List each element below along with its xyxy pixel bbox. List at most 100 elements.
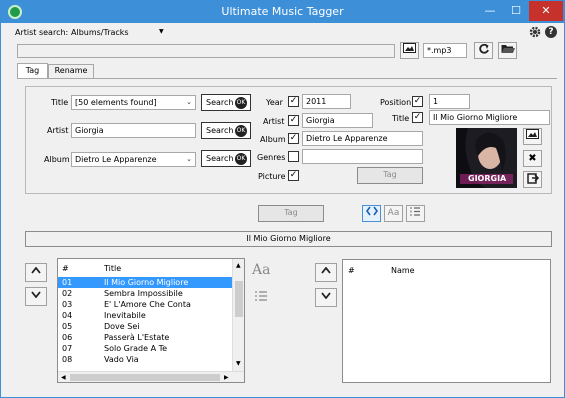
move-up-button[interactable]: [25, 263, 47, 282]
column-header-number: #: [62, 264, 69, 273]
case-change-icon[interactable]: Aa: [384, 205, 403, 222]
code-view-icon[interactable]: [362, 205, 381, 222]
folder-image-icon[interactable]: [400, 42, 419, 59]
artist-field[interactable]: Giorgia: [302, 113, 373, 128]
row-number: 05: [62, 322, 73, 331]
hscrollbar-thumb[interactable]: [70, 374, 220, 381]
title-field[interactable]: Il Mio Giorno Migliore: [429, 110, 550, 125]
genres-field[interactable]: [302, 149, 423, 164]
genres-label: Genres: [257, 153, 286, 162]
row-number: 08: [62, 355, 73, 364]
numbered-list-icon[interactable]: [406, 205, 425, 222]
scrollbar-thumb[interactable]: [235, 281, 243, 317]
table-row[interactable]: 03 E' L'Amore Che Conta: [58, 299, 232, 310]
position-checkbox[interactable]: ✓: [412, 96, 423, 107]
table-row[interactable]: 07 Solo Grade A Te: [58, 343, 232, 354]
gear-icon[interactable]: [529, 26, 541, 38]
search-title-combobox[interactable]: [50 elements found] ⌄: [71, 95, 196, 110]
album-field[interactable]: Dietro Le Apparenze: [302, 131, 423, 146]
artist-search-dropdown[interactable]: Albums/Tracks ▼: [69, 26, 169, 40]
search-artist-button[interactable]: Search OK: [201, 122, 251, 139]
help-icon[interactable]: ?: [545, 26, 557, 38]
picture-checkbox[interactable]: ✓: [288, 170, 299, 181]
list-tool-icon[interactable]: [254, 289, 268, 305]
search-button-label: Search: [206, 126, 234, 135]
album-cover-image: GIORGIA: [456, 128, 517, 188]
right-move-up-button[interactable]: [315, 263, 337, 282]
maximize-button[interactable]: ☐: [503, 1, 529, 21]
scroll-down-icon[interactable]: ▼: [236, 360, 241, 367]
year-checkbox[interactable]: ✓: [288, 96, 299, 107]
right-move-down-button[interactable]: [315, 288, 337, 307]
chevron-down-icon: ⌄: [186, 155, 192, 163]
file-filter-field[interactable]: *.mp3: [423, 43, 467, 58]
artist-label: Artist: [263, 117, 285, 126]
genres-checkbox[interactable]: [288, 151, 299, 162]
folder-path-field[interactable]: [17, 44, 395, 58]
search-button-label: Search: [206, 98, 234, 107]
title-checkbox[interactable]: ✓: [412, 112, 423, 123]
position-label: Position: [380, 98, 412, 107]
track-list[interactable]: # Title 01 Il Mio Giorno Migliore 02 Sembra…: [57, 258, 245, 383]
row-number: 04: [62, 311, 73, 320]
move-down-button[interactable]: [25, 287, 47, 306]
scroll-up-icon[interactable]: ▲: [236, 262, 241, 269]
table-row[interactable]: 04 Inevitabile: [58, 310, 232, 321]
artist-search-value: Albums/Tracks: [71, 28, 129, 37]
album-label: Album: [260, 135, 286, 144]
album-cover-text: GIORGIA: [468, 174, 507, 183]
file-list[interactable]: # Name: [342, 259, 551, 383]
remove-picture-icon[interactable]: ✖: [523, 150, 542, 167]
row-number: 01: [62, 278, 73, 287]
row-title: Passerà L'Estate: [104, 333, 170, 342]
chevron-down-icon: ▼: [159, 28, 164, 35]
row-title: Sembra Impossibile: [104, 289, 183, 298]
search-album-value: Dietro Le Apparenze: [75, 155, 157, 164]
app-window: Ultimate Music Tagger — ☐ ✕ Artist searc…: [0, 0, 565, 398]
minimize-button[interactable]: —: [477, 1, 503, 21]
album-checkbox[interactable]: ✓: [288, 133, 299, 144]
tab-rename[interactable]: Rename: [48, 64, 94, 78]
tab-tag[interactable]: Tag: [17, 63, 48, 79]
search-title-label: Title: [51, 98, 69, 107]
table-row[interactable]: 08 Vado Via: [58, 354, 232, 365]
ok-icon: OK: [235, 125, 247, 137]
search-album-label: Album: [44, 155, 70, 164]
scroll-left-icon[interactable]: ◀: [61, 374, 66, 381]
row-title: Il Mio Giorno Migliore: [104, 278, 189, 287]
tag-panel-tag-button[interactable]: Tag: [357, 167, 423, 184]
track-list-header: # Title: [58, 263, 244, 274]
scroll-right-icon[interactable]: ▶: [224, 374, 229, 381]
tab-divider: [17, 78, 557, 79]
search-title-value: [50 elements found]: [75, 98, 157, 107]
case-tool-icon[interactable]: Aa: [252, 262, 270, 278]
load-picture-icon[interactable]: [523, 128, 542, 145]
table-row[interactable]: 05 Dove Sei: [58, 321, 232, 332]
row-title: Dove Sei: [104, 322, 140, 331]
file-list-header: # Name: [343, 265, 550, 276]
horizontal-scrollbar[interactable]: ◀ ▶: [58, 371, 244, 382]
tag-button[interactable]: Tag: [258, 205, 324, 222]
vertical-scrollbar[interactable]: ▲ ▼: [232, 259, 244, 371]
table-row[interactable]: 06 Passerà L'Estate: [58, 332, 232, 343]
search-title-button[interactable]: Search OK: [201, 94, 251, 111]
row-title: Inevitabile: [104, 311, 146, 320]
tab-rename-label: Rename: [54, 66, 88, 75]
artist-checkbox[interactable]: ✓: [288, 115, 299, 126]
search-album-button[interactable]: Search OK: [201, 150, 251, 167]
artist-search-label: Artist search:: [15, 28, 69, 37]
tab-tag-label: Tag: [25, 66, 40, 75]
refresh-icon[interactable]: [474, 42, 493, 59]
position-field[interactable]: 1: [429, 94, 470, 109]
search-album-combobox[interactable]: Dietro Le Apparenze ⌄: [71, 152, 196, 167]
open-folder-icon[interactable]: [498, 42, 517, 59]
table-row[interactable]: 02 Sembra Impossibile: [58, 288, 232, 299]
title-bar: Ultimate Music Tagger — ☐ ✕: [1, 1, 564, 23]
year-field[interactable]: 2011: [302, 94, 351, 109]
row-number: 06: [62, 333, 73, 342]
close-button[interactable]: ✕: [529, 1, 563, 21]
export-picture-icon[interactable]: [523, 171, 542, 188]
search-artist-field[interactable]: Giorgia: [71, 123, 196, 138]
row-title: E' L'Amore Che Conta: [104, 300, 191, 309]
table-row[interactable]: 01 Il Mio Giorno Migliore: [58, 277, 232, 288]
